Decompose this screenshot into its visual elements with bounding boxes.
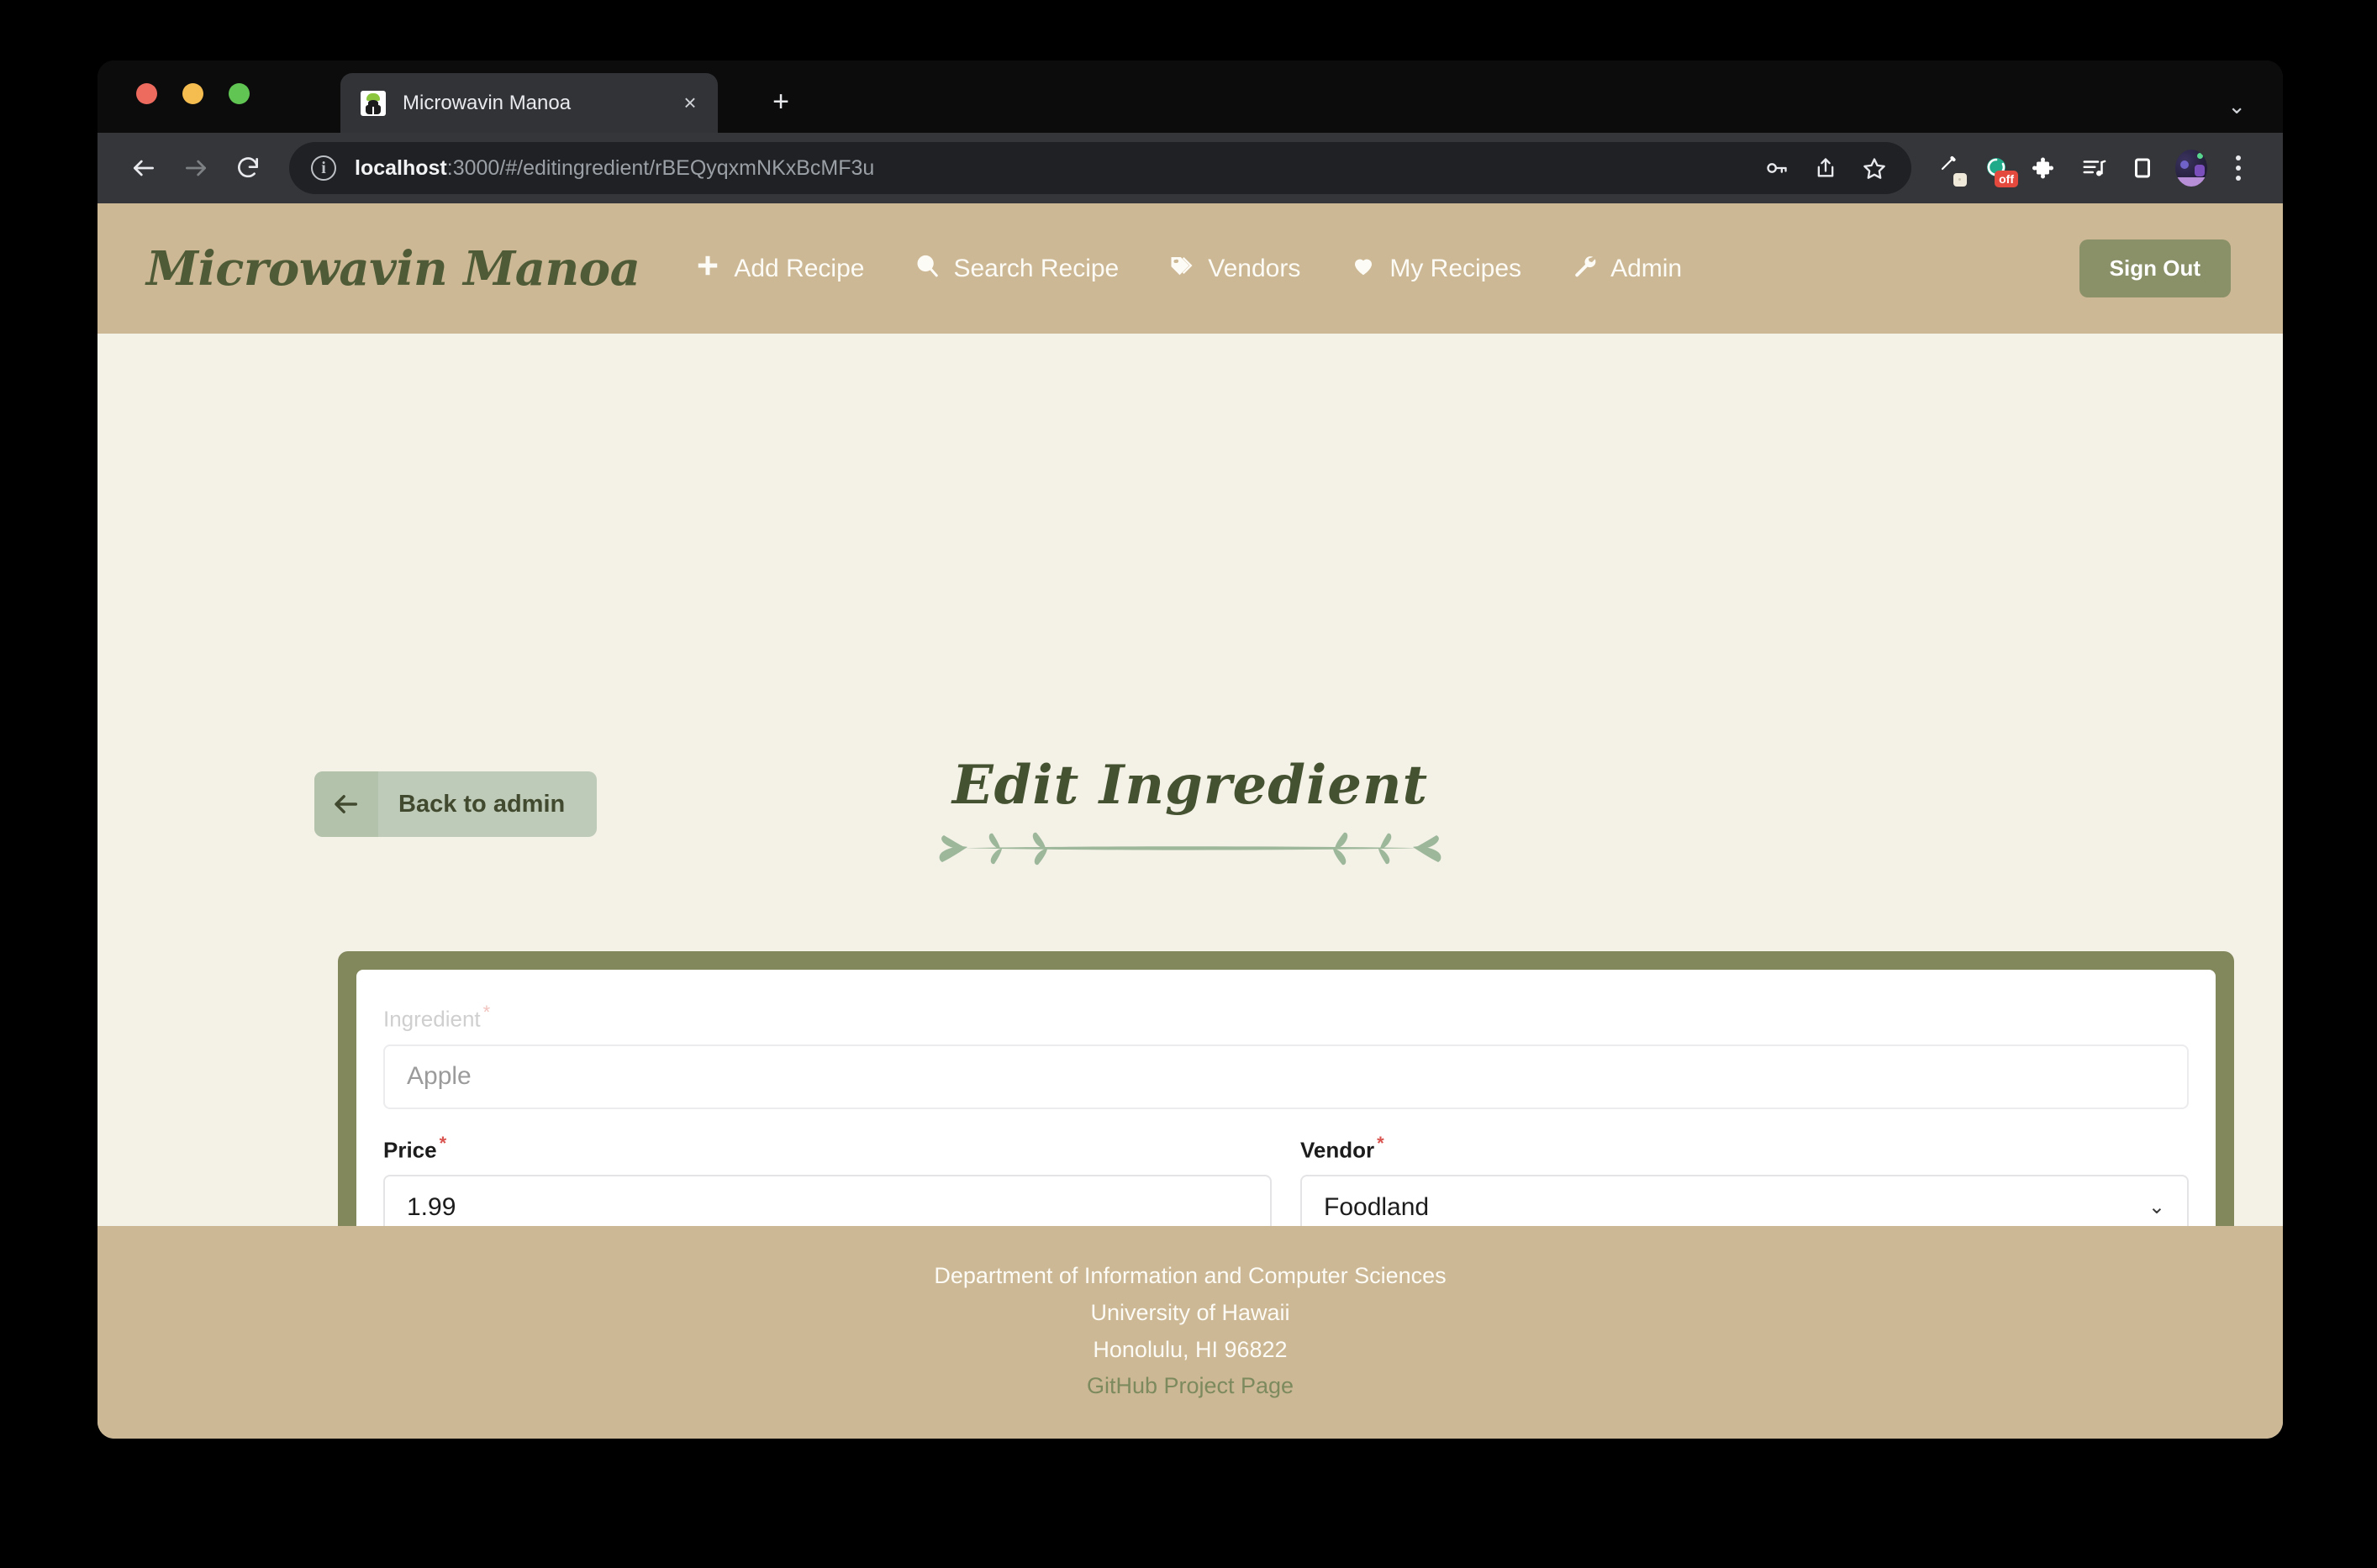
sign-out-button[interactable]: Sign Out <box>2079 239 2231 297</box>
music-playlist-icon[interactable] <box>2071 145 2116 191</box>
site-brand[interactable]: Microwavin Manoa <box>146 241 640 297</box>
plus-icon <box>695 253 720 285</box>
puzzle-extensions-icon[interactable] <box>2022 145 2068 191</box>
site-footer: Department of Information and Computer S… <box>98 1226 2283 1439</box>
footer-university: University of Hawaii <box>1090 1299 1290 1325</box>
forward-icon[interactable] <box>170 142 222 194</box>
edit-ingredient-card: Ingredient * Apple Price * 1.99 Vendor * Fo… <box>338 951 2234 1227</box>
password-key-icon[interactable] <box>1755 146 1799 190</box>
nav-item-search-recipe[interactable]: Search Recipe <box>914 253 1119 285</box>
bookmark-star-icon[interactable] <box>1853 146 1896 190</box>
nav-item-add-recipe[interactable]: Add Recipe <box>695 253 864 285</box>
new-tab-button[interactable]: + <box>762 82 800 121</box>
page-title: Edit Ingredient <box>951 754 1429 817</box>
browser-tab[interactable]: Microwavin Manoa × <box>340 73 718 133</box>
price-field-group: Price * 1.99 <box>383 1132 1272 1227</box>
required-marker: * <box>1377 1132 1384 1154</box>
extension-toggle-icon[interactable]: off <box>1974 145 2019 191</box>
minimize-window-button[interactable] <box>182 83 203 104</box>
web-page: Microwavin Manoa Add Recipe Search Recip… <box>98 203 2283 1439</box>
extension-icons: off <box>1925 145 2259 191</box>
chrome-menu-icon[interactable] <box>2217 145 2259 191</box>
side-panel-icon[interactable] <box>2120 145 2165 191</box>
price-input[interactable]: 1.99 <box>383 1175 1272 1227</box>
leafy-branch-divider-icon <box>934 829 1447 875</box>
nav-item-label: Admin <box>1610 254 1683 282</box>
chevron-down-icon: ⌄ <box>2148 1196 2165 1219</box>
tab-title: Microwavin Manoa <box>403 91 572 114</box>
nav-item-label: My Recipes <box>1389 254 1522 282</box>
heart-icon <box>1351 253 1376 285</box>
tab-list-chevron-down-icon[interactable]: ⌄ <box>2227 93 2246 119</box>
footer-address: Honolulu, HI 96822 <box>1093 1336 1288 1362</box>
nav-item-admin[interactable]: Admin <box>1572 253 1682 285</box>
ingredient-label: Ingredient * <box>383 1002 491 1032</box>
url-omnibox[interactable]: i localhost:3000/#/editingredient/rBEQyq… <box>289 142 1911 194</box>
footer-department: Department of Information and Computer S… <box>934 1263 1447 1289</box>
window-traffic-lights <box>136 83 250 104</box>
profile-avatar-icon[interactable] <box>2169 145 2214 191</box>
price-vendor-row: Price * 1.99 Vendor * Foodland ⌄ <box>383 1132 2189 1227</box>
ingredient-field-group: Ingredient * Apple <box>383 1002 2189 1109</box>
omnibox-actions <box>1755 146 1896 190</box>
eyedropper-icon[interactable] <box>1925 145 1970 191</box>
extension-off-badge: off <box>1995 171 2018 187</box>
main-content: Back to admin Edit Ingredient Ingredient… <box>98 334 2283 1227</box>
browser-tab-strip: Microwavin Manoa × + ⌄ <box>98 61 2283 133</box>
nav-item-label: Vendors <box>1208 254 1301 282</box>
share-icon[interactable] <box>1804 146 1847 190</box>
nav-item-vendors[interactable]: Vendors <box>1169 253 1300 285</box>
maximize-window-button[interactable] <box>229 83 250 104</box>
edit-ingredient-form: Ingredient * Apple Price * 1.99 Vendor * Fo… <box>356 970 2216 1227</box>
required-marker: * <box>482 1002 491 1023</box>
nav-item-my-recipes[interactable]: My Recipes <box>1351 253 1521 285</box>
site-navbar: Microwavin Manoa Add Recipe Search Recip… <box>98 203 2283 334</box>
github-project-page-link[interactable]: GitHub Project Page <box>1087 1368 1294 1405</box>
url-host: localhost <box>355 155 447 180</box>
nav-item-label: Search Recipe <box>953 254 1120 282</box>
required-marker: * <box>439 1132 447 1154</box>
close-window-button[interactable] <box>136 83 157 104</box>
site-info-icon[interactable]: i <box>311 155 336 181</box>
vendor-selected-value: Foodland <box>1324 1192 1430 1221</box>
reload-icon[interactable] <box>222 142 274 194</box>
nav-links: Add Recipe Search Recipe Vendors My Reci… <box>695 253 1682 285</box>
tags-icon <box>1169 253 1194 285</box>
vendor-label: Vendor * <box>1300 1132 1384 1163</box>
nav-item-label: Add Recipe <box>734 254 865 282</box>
close-tab-icon[interactable]: × <box>671 84 709 123</box>
vendor-select[interactable]: Foodland ⌄ <box>1300 1175 2189 1227</box>
price-label: Price * <box>383 1132 447 1163</box>
browser-toolbar: i localhost:3000/#/editingredient/rBEQyq… <box>98 133 2283 203</box>
url-path: :3000/#/editingredient/rBEQyqxmNKxBcMF3u <box>446 155 875 180</box>
url-text: localhost:3000/#/editingredient/rBEQyqxm… <box>355 156 1755 181</box>
wrench-icon <box>1572 253 1597 285</box>
chef-favicon-icon <box>361 90 386 116</box>
page-title-block: Edit Ingredient <box>98 754 2283 875</box>
back-icon[interactable] <box>118 142 170 194</box>
search-icon <box>914 253 940 285</box>
ingredient-input[interactable]: Apple <box>383 1044 2189 1109</box>
browser-window: Microwavin Manoa × + ⌄ i localhost:3000/… <box>98 61 2283 1439</box>
vendor-field-group: Vendor * Foodland ⌄ <box>1300 1132 2189 1227</box>
